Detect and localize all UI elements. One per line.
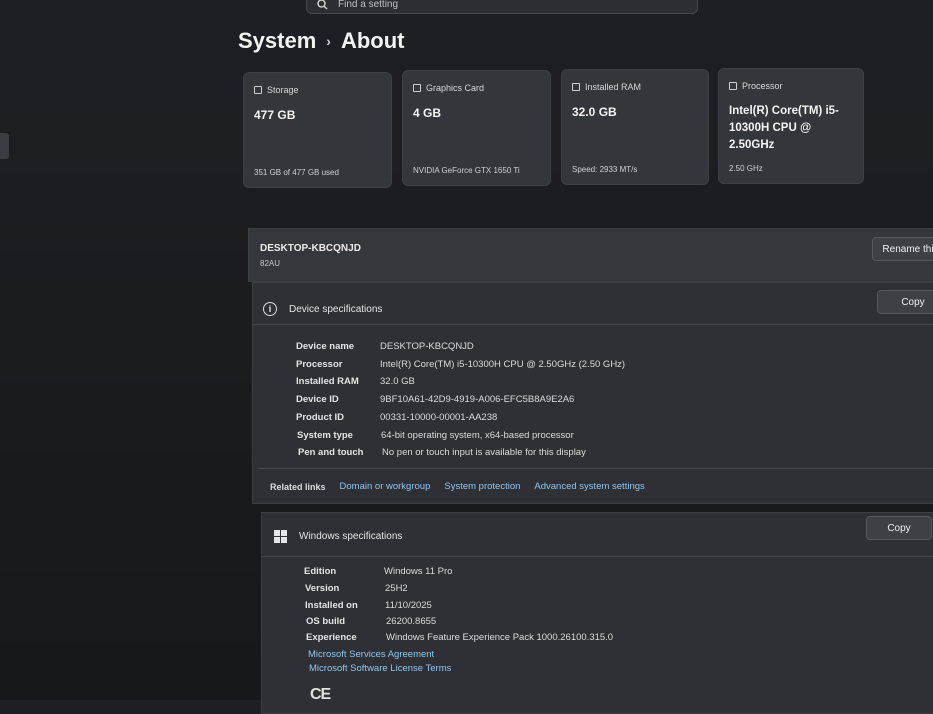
storage-card-footer: 351 GB of 477 GB used: [254, 168, 339, 177]
win-row-experience: Experience Windows Feature Experience Pa…: [306, 632, 613, 643]
installed-ram-title: Installed RAM: [585, 82, 642, 92]
spec-key: Installed on: [305, 600, 358, 611]
spec-key: Device ID: [296, 394, 339, 405]
processor-card[interactable]: Processor Intel(R) Core(TM) i5-10300H CP…: [718, 68, 864, 184]
win-row-edition: Edition Windows 11 Pro: [304, 566, 452, 577]
chevron-right-icon: ›: [326, 33, 331, 49]
spec-key: Device name: [296, 341, 355, 352]
win-row-os-build: OS build 26200.8655: [306, 616, 436, 627]
processor-icon: [729, 82, 737, 90]
spec-value: 9BF10A61-42D9-4919-A006-EFC5B8A9E2A6: [380, 394, 575, 405]
services-agreement-link[interactable]: Microsoft Services Agreement: [308, 649, 434, 660]
search-box[interactable]: Find a setting: [306, 0, 698, 14]
spec-key: Processor: [296, 359, 343, 370]
spec-value: 25H2: [385, 583, 408, 594]
spec-row-system-type: System type 64-bit operating system, x64…: [297, 430, 574, 441]
spec-value: Windows 11 Pro: [384, 566, 453, 577]
spec-value: 11/10/2025: [385, 600, 432, 611]
advanced-system-settings-link[interactable]: Advanced system settings: [534, 481, 644, 492]
storage-card-value: 477 GB: [254, 108, 296, 122]
copy-device-specs-button[interactable]: Copy: [877, 290, 933, 314]
spec-value: Windows Feature Experience Pack 1000.261…: [386, 632, 614, 643]
storage-card[interactable]: Storage 477 GB 351 GB of 477 GB used: [243, 72, 392, 188]
pc-model: 82AU: [260, 259, 281, 268]
spec-key: Product ID: [296, 412, 345, 423]
copy-windows-specs-button[interactable]: Copy: [866, 516, 932, 540]
ram-icon: [572, 83, 580, 91]
storage-icon: [254, 86, 262, 94]
breadcrumb-system[interactable]: System: [238, 28, 316, 54]
installed-ram-footer: Speed: 2933 MT/s: [572, 165, 638, 174]
installed-ram-value: 32.0 GB: [572, 105, 617, 119]
graphics-card-footer: NVIDIA GeForce GTX 1650 Ti: [413, 166, 520, 175]
page-title: About: [340, 28, 405, 53]
device-specs-title: Device specifications: [289, 303, 383, 315]
spec-value: 00331-10000-00001-AA238: [380, 412, 498, 423]
win-row-installed-on: Installed on 11/10/2025: [305, 600, 432, 611]
system-protection-link[interactable]: System protection: [444, 481, 520, 492]
license-terms-link[interactable]: Microsoft Software License Terms: [309, 663, 451, 674]
spec-key: OS build: [306, 616, 346, 627]
spec-row-processor: Processor Intel(R) Core(TM) i5-10300H CP…: [296, 359, 625, 370]
spec-row-device-id: Device ID 9BF10A61-42D9-4919-A006-EFC5B8…: [296, 394, 574, 405]
storage-card-title: Storage: [267, 85, 299, 95]
spec-key: Pen and touch: [298, 447, 364, 458]
spec-value: 32.0 GB: [380, 376, 415, 387]
spec-value: DESKTOP-KBCQNJD: [380, 341, 474, 352]
device-specs-header[interactable]: i Device specifications: [263, 302, 382, 316]
pc-name: DESKTOP-KBCQNJD: [260, 243, 361, 254]
processor-title: Processor: [742, 81, 783, 91]
spec-row-pen-touch: Pen and touch No pen or touch input is a…: [298, 447, 586, 458]
processor-value: Intel(R) Core(TM) i5-10300H CPU @ 2.50GH…: [729, 105, 839, 151]
win-row-version: Version 25H2: [305, 583, 408, 594]
domain-workgroup-link[interactable]: Domain or workgroup: [340, 481, 431, 492]
graphics-card-value: 4 GB: [413, 106, 442, 120]
ce-mark-logo: CE: [310, 686, 331, 703]
device-specs-header-divider: [253, 324, 933, 325]
sidebar-selected-item[interactable]: [0, 133, 9, 159]
spec-value: No pen or touch input is available for t…: [382, 447, 586, 458]
spec-value: 64-bit operating system, x64-based proce…: [381, 430, 574, 441]
spec-value: Intel(R) Core(TM) i5-10300H CPU @ 2.50GH…: [380, 359, 626, 370]
info-icon: i: [263, 302, 277, 316]
windows-specs-header[interactable]: Windows specifications: [274, 530, 402, 543]
spec-key: Version: [305, 583, 340, 594]
spec-key: Installed RAM: [296, 376, 359, 387]
spec-key: System type: [297, 430, 353, 441]
windows-logo-icon: [274, 530, 287, 543]
search-placeholder: Find a setting: [338, 0, 399, 10]
graphics-card-card[interactable]: Graphics Card 4 GB NVIDIA GeForce GTX 16…: [402, 70, 551, 186]
windows-specs-header-divider: [262, 556, 933, 557]
related-links: Related links Domain or workgroup System…: [270, 481, 645, 492]
spec-key: Edition: [304, 566, 337, 577]
spec-row-device-name: Device name DESKTOP-KBCQNJD: [296, 341, 474, 352]
search-icon: [317, 0, 328, 10]
spec-key: Experience: [306, 632, 357, 643]
processor-footer: 2.50 GHz: [729, 164, 763, 173]
spec-row-installed-ram: Installed RAM 32.0 GB: [296, 376, 415, 387]
related-links-label: Related links: [270, 481, 326, 492]
breadcrumb: System › About: [238, 28, 404, 54]
pc-name-panel: [248, 228, 933, 282]
related-links-divider: [258, 468, 933, 469]
graphics-card-icon: [413, 84, 421, 92]
installed-ram-card[interactable]: Installed RAM 32.0 GB Speed: 2933 MT/s: [561, 69, 709, 185]
spec-value: 26200.8655: [386, 616, 437, 627]
spec-row-product-id: Product ID 00331-10000-00001-AA238: [296, 412, 497, 423]
windows-specs-title: Windows specifications: [299, 531, 403, 542]
graphics-card-title: Graphics Card: [426, 83, 485, 93]
rename-pc-button[interactable]: Rename thi: [872, 237, 933, 261]
